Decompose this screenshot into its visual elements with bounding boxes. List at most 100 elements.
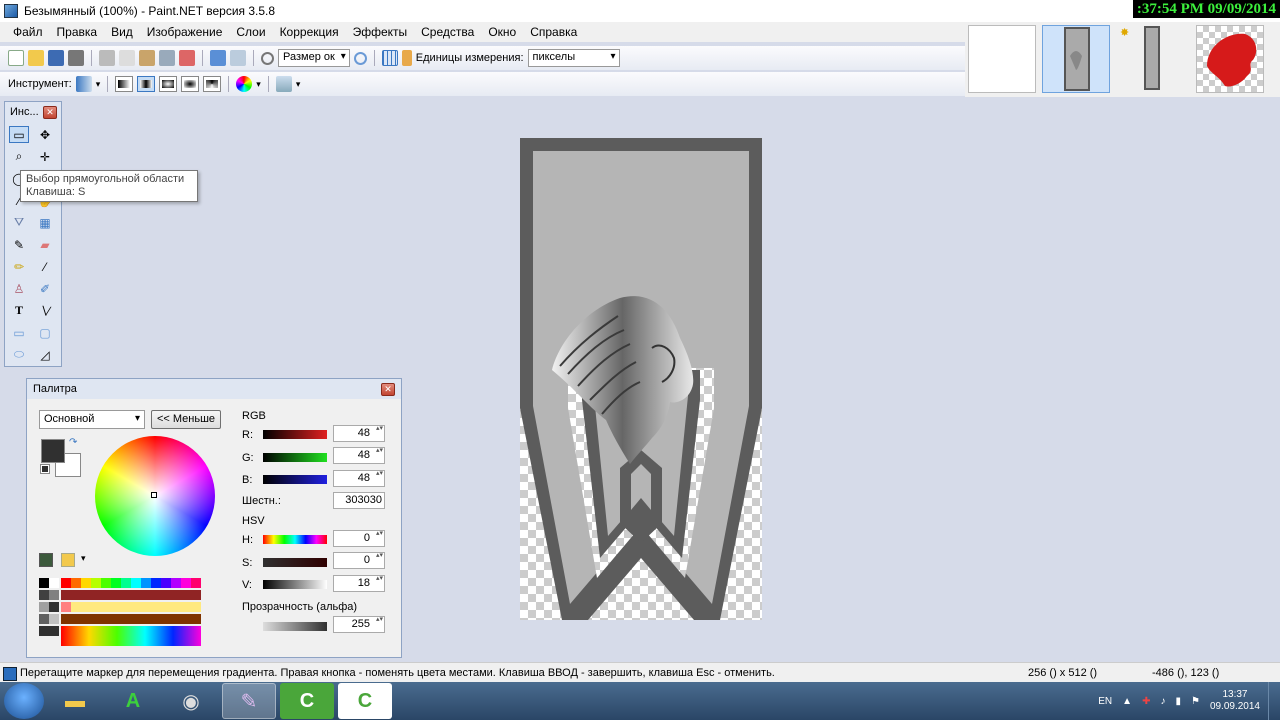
image-thumb-white[interactable] — [968, 25, 1036, 93]
hex-input[interactable]: 303030 — [333, 492, 385, 509]
paint-bucket-tool-icon[interactable]: ⛛ — [9, 214, 29, 231]
text-tool-icon[interactable]: T — [9, 302, 29, 319]
diamond-gradient-button[interactable] — [159, 76, 178, 92]
image-thumb-banner-active[interactable] — [1042, 25, 1110, 93]
value-input[interactable]: 18 — [333, 575, 385, 592]
blue-slider[interactable] — [263, 475, 327, 484]
network-icon[interactable]: ▮ — [1175, 696, 1181, 707]
chevron-down-icon[interactable]: ▾ — [96, 79, 101, 90]
palette-close-icon[interactable]: ✕ — [381, 383, 395, 396]
save-icon[interactable] — [48, 50, 64, 66]
cut-icon[interactable] — [99, 50, 115, 66]
color-wheel-marker[interactable] — [151, 492, 157, 498]
zoom-out-icon[interactable] — [261, 51, 274, 65]
start-button[interactable] — [4, 683, 44, 719]
app-a-taskbar-icon[interactable]: A — [106, 683, 160, 719]
new-file-icon[interactable] — [8, 50, 24, 66]
hue-input[interactable]: 0 — [333, 530, 385, 547]
menu-layers[interactable]: Слои — [229, 25, 272, 39]
menu-edit[interactable]: Правка — [50, 25, 105, 39]
explorer-taskbar-icon[interactable]: ▬ — [48, 683, 102, 719]
grid-icon[interactable] — [381, 50, 398, 66]
line-curve-tool-icon[interactable]: ∖∕ — [35, 302, 55, 319]
add-color-icon[interactable] — [39, 553, 53, 567]
chevron-down-icon[interactable]: ▾ — [296, 79, 301, 90]
redo-icon[interactable] — [230, 50, 246, 66]
app-c2-taskbar-icon[interactable]: C — [338, 683, 392, 719]
palette-menu-icon[interactable] — [61, 553, 75, 567]
eraser-tool-icon[interactable]: ▰ — [35, 236, 55, 253]
radial-gradient-button[interactable] — [181, 76, 200, 92]
paste-icon[interactable] — [139, 50, 155, 66]
saturation-input[interactable]: 0 — [333, 552, 385, 569]
paintbrush-tool-icon[interactable]: ✎ — [9, 236, 29, 253]
conical-gradient-button[interactable] — [203, 76, 222, 92]
flag-icon[interactable]: ⚑ — [1191, 696, 1200, 707]
volume-icon[interactable]: ♪ — [1160, 696, 1165, 707]
color-swatch-grid[interactable] — [39, 578, 221, 646]
language-indicator[interactable]: EN — [1098, 696, 1112, 707]
paintnet-taskbar-icon[interactable]: ✎ — [222, 683, 276, 719]
color-picker-tool-icon[interactable]: ⁄ — [35, 258, 55, 275]
clone-stamp-tool-icon[interactable]: ♙ — [9, 280, 29, 297]
menu-window[interactable]: Окно — [481, 25, 523, 39]
menu-view[interactable]: Вид — [104, 25, 140, 39]
menu-file[interactable]: Файл — [6, 25, 50, 39]
move-selection-tool-icon[interactable]: ✥ — [35, 126, 55, 143]
primary-color-swatch[interactable] — [41, 439, 65, 463]
tray-expand-icon[interactable]: ▲ — [1122, 696, 1132, 707]
image-canvas[interactable] — [520, 138, 762, 620]
open-folder-icon[interactable] — [28, 50, 44, 66]
less-button[interactable]: << Меньше — [151, 410, 221, 429]
rectangle-select-tool-icon[interactable]: ▭ — [9, 126, 29, 143]
recolor-tool-icon[interactable]: ✐ — [35, 280, 55, 297]
gradient-tool-icon[interactable]: ▦ — [35, 214, 55, 231]
color-wheel[interactable] — [95, 436, 215, 556]
blue-input[interactable]: 48 — [333, 470, 385, 487]
zoom-in-icon[interactable] — [353, 51, 367, 65]
linear-reflected-gradient-button[interactable] — [137, 76, 156, 92]
tools-close-icon[interactable]: ✕ — [43, 106, 57, 119]
image-thumb-banner-2[interactable] — [1119, 25, 1187, 93]
menu-image[interactable]: Изображение — [140, 25, 230, 39]
hue-slider[interactable] — [263, 535, 327, 544]
image-thumb-lion[interactable] — [1196, 25, 1264, 93]
taskbar-clock[interactable]: 13:37 09.09.2014 — [1210, 689, 1260, 713]
color-mode-icon[interactable] — [236, 76, 253, 92]
menu-help[interactable]: Справка — [523, 25, 584, 39]
ellipse-tool-icon[interactable]: ⬭ — [9, 346, 29, 363]
zoom-combo[interactable]: Размер ок — [278, 49, 350, 67]
print-icon[interactable] — [68, 50, 84, 66]
menu-effects[interactable]: Эффекты — [346, 25, 415, 39]
swap-colors-icon[interactable]: ↷ — [69, 437, 77, 448]
menu-utilities[interactable]: Средства — [414, 25, 481, 39]
value-slider[interactable] — [263, 580, 327, 589]
saturation-slider[interactable] — [263, 558, 327, 567]
move-selected-tool-icon[interactable]: ✛ — [35, 148, 55, 165]
show-desktop-button[interactable] — [1268, 682, 1280, 720]
reset-colors-icon[interactable] — [40, 464, 50, 474]
rectangle-tool-icon[interactable]: ▭ — [9, 324, 29, 341]
app-c-taskbar-icon[interactable]: C — [280, 683, 334, 719]
color-target-combo[interactable]: Основной — [39, 410, 145, 429]
rounded-rectangle-tool-icon[interactable]: ▢ — [35, 324, 55, 341]
pencil-tool-icon[interactable]: ✏ — [9, 258, 29, 275]
green-input[interactable]: 48 — [333, 447, 385, 464]
crop-icon[interactable] — [159, 50, 175, 66]
undo-icon[interactable] — [210, 50, 226, 66]
green-slider[interactable] — [263, 453, 327, 462]
deselect-icon[interactable] — [179, 50, 195, 66]
linear-gradient-button[interactable] — [115, 76, 134, 92]
chevron-down-icon[interactable]: ▾ — [81, 553, 86, 564]
menu-adjustments[interactable]: Коррекция — [273, 25, 346, 39]
freeform-shape-tool-icon[interactable]: ◿ — [35, 346, 55, 363]
steam-taskbar-icon[interactable]: ◉ — [164, 683, 218, 719]
copy-icon[interactable] — [119, 50, 135, 66]
alpha-slider[interactable] — [263, 622, 327, 631]
red-slider[interactable] — [263, 430, 327, 439]
lasso-select-tool-icon[interactable]: ⌕ — [9, 148, 29, 165]
red-input[interactable]: 48 — [333, 425, 385, 442]
tray-app-icon[interactable]: ✚ — [1142, 696, 1150, 707]
ruler-icon[interactable] — [401, 50, 412, 66]
units-combo[interactable]: пикселы — [527, 49, 620, 67]
